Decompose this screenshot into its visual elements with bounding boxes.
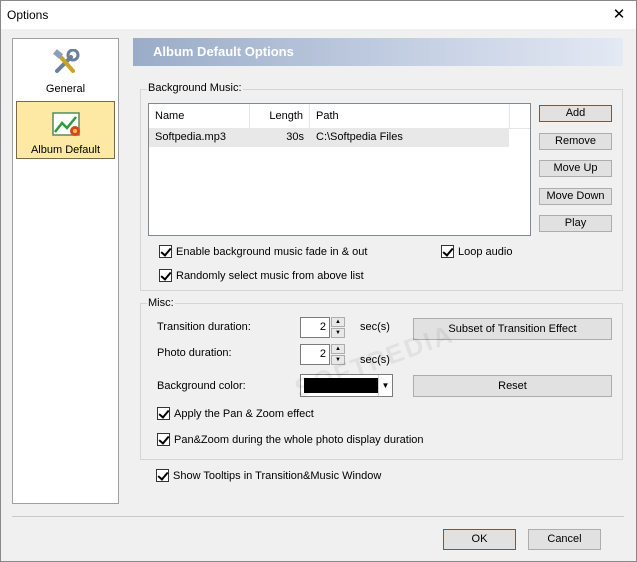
checkbox-box[interactable] bbox=[157, 407, 170, 420]
tools-icon bbox=[53, 49, 80, 73]
transition-duration-label: Transition duration: bbox=[157, 321, 251, 333]
fade-label: Enable background music fade in & out bbox=[176, 246, 368, 258]
title-bar[interactable]: Options ✕ bbox=[1, 1, 636, 29]
transition-duration-stepper[interactable]: 2 ▲ ▼ bbox=[300, 317, 346, 338]
loop-audio-label: Loop audio bbox=[458, 246, 513, 258]
album-chart-icon bbox=[52, 112, 80, 136]
spin-down-icon[interactable]: ▼ bbox=[331, 328, 345, 338]
background-music-label: Background Music: bbox=[147, 82, 243, 94]
footer-divider bbox=[12, 516, 624, 517]
transition-unit-label: sec(s) bbox=[360, 321, 390, 333]
section-banner: Album Default Options bbox=[133, 38, 623, 66]
sidebar-item-label: General bbox=[45, 83, 86, 95]
spin-up-icon[interactable]: ▲ bbox=[331, 317, 345, 327]
random-music-label: Randomly select music from above list bbox=[176, 270, 364, 282]
options-sidebar: General Album Default bbox=[12, 38, 119, 504]
options-window: Options ✕ General Album Default Album De… bbox=[0, 0, 637, 562]
cancel-button[interactable]: Cancel bbox=[528, 529, 601, 550]
row-name: Softpedia.mp3 bbox=[155, 131, 226, 143]
sidebar-item-general[interactable]: General bbox=[16, 41, 115, 99]
row-length: 30s bbox=[286, 131, 304, 143]
checkbox-box[interactable] bbox=[441, 245, 454, 258]
remove-button[interactable]: Remove bbox=[539, 133, 612, 150]
checkbox-box[interactable] bbox=[159, 245, 172, 258]
background-color-label: Background color: bbox=[157, 380, 246, 392]
music-list[interactable]: Name Length Path Softpedia.mp3 30s C:\So… bbox=[148, 103, 531, 236]
add-button[interactable]: Add bbox=[539, 105, 612, 122]
column-length[interactable]: Length bbox=[250, 104, 310, 128]
checkbox-box[interactable] bbox=[157, 433, 170, 446]
window-title: Options bbox=[7, 8, 49, 22]
panzoom-label: Apply the Pan & Zoom effect bbox=[174, 408, 314, 420]
transition-duration-value[interactable]: 2 bbox=[300, 317, 330, 338]
reset-button[interactable]: Reset bbox=[413, 375, 612, 397]
column-path[interactable]: Path bbox=[310, 104, 510, 128]
move-up-button[interactable]: Move Up bbox=[539, 160, 612, 177]
column-name[interactable]: Name bbox=[149, 104, 250, 128]
move-down-button[interactable]: Move Down bbox=[539, 188, 612, 205]
chevron-down-icon[interactable]: ▼ bbox=[378, 375, 392, 396]
sidebar-item-album-default[interactable]: Album Default bbox=[16, 101, 115, 159]
sidebar-item-label: Album Default bbox=[30, 144, 101, 156]
music-list-header: Name Length Path bbox=[149, 104, 530, 129]
spin-up-icon[interactable]: ▲ bbox=[331, 344, 345, 354]
banner-title: Album Default Options bbox=[153, 44, 294, 59]
panzoom-whole-label: Pan&Zoom during the whole photo display … bbox=[174, 434, 424, 446]
table-row[interactable]: Softpedia.mp3 30s C:\Softpedia Files bbox=[149, 128, 509, 147]
play-button[interactable]: Play bbox=[539, 215, 612, 232]
ok-button[interactable]: OK bbox=[443, 529, 516, 550]
misc-label: Misc: bbox=[147, 297, 175, 309]
tooltips-label: Show Tooltips in Transition&Music Window bbox=[173, 470, 382, 482]
row-path: C:\Softpedia Files bbox=[316, 131, 403, 143]
photo-duration-label: Photo duration: bbox=[157, 347, 232, 359]
checkbox-box[interactable] bbox=[159, 269, 172, 282]
checkbox-box[interactable] bbox=[156, 469, 169, 482]
close-icon[interactable]: ✕ bbox=[608, 5, 630, 25]
